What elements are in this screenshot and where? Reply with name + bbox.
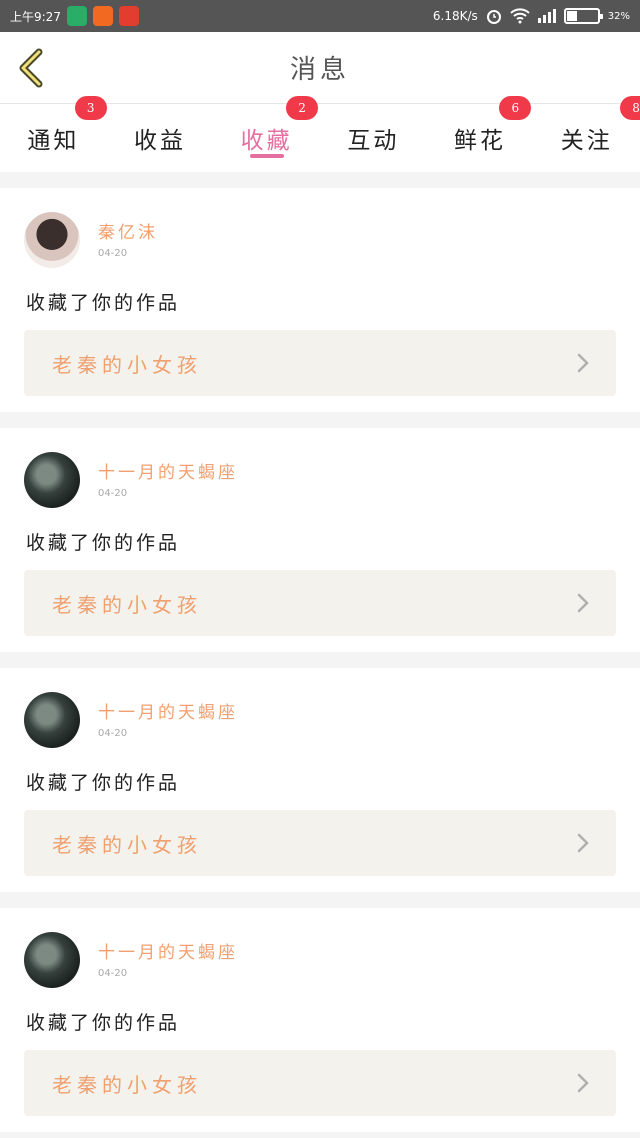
wechat-notification-icon — [66, 6, 87, 26]
tab-notifications[interactable]: 通知 3 — [0, 96, 107, 172]
work-link[interactable]: 老秦的小女孩 — [24, 1050, 616, 1116]
chevron-right-icon — [577, 353, 589, 373]
tab-label: 收藏 — [240, 128, 293, 154]
app-notification-icon — [118, 6, 139, 26]
active-tab-indicator — [249, 154, 284, 158]
unread-badge: 2 — [286, 96, 319, 120]
action-text: 收藏了你的作品 — [26, 292, 181, 314]
username[interactable]: 秦亿沫 — [98, 218, 158, 243]
tab-label: 鲜花 — [454, 128, 507, 154]
status-time: 上午9:27 — [10, 9, 61, 24]
battery-icon — [563, 8, 603, 24]
app-notification-icon — [92, 6, 113, 26]
list-item: 十一月的天蝎座 04-20 收藏了你的作品 老秦的小女孩 — [0, 428, 640, 652]
list-item: 十一月的天蝎座 04-20 收藏了你的作品 老秦的小女孩 — [0, 908, 640, 1132]
tab-interactions[interactable]: 互动 — [320, 104, 427, 172]
alarm-icon — [486, 10, 501, 24]
message-date: 04-20 — [98, 248, 128, 259]
tab-label: 互动 — [347, 128, 400, 154]
tab-label: 通知 — [27, 128, 80, 154]
avatar[interactable] — [24, 692, 80, 748]
chevron-right-icon — [577, 593, 589, 613]
work-link[interactable]: 老秦的小女孩 — [24, 810, 616, 876]
username[interactable]: 十一月的天蝎座 — [98, 458, 238, 483]
chevron-right-icon — [577, 1073, 589, 1093]
tab-earnings[interactable]: 收益 — [107, 104, 214, 172]
work-title: 老秦的小女孩 — [52, 832, 202, 857]
message-date: 04-20 — [98, 488, 128, 499]
username[interactable]: 十一月的天蝎座 — [98, 938, 238, 963]
action-text: 收藏了你的作品 — [26, 1012, 181, 1034]
work-title: 老秦的小女孩 — [52, 592, 202, 617]
unread-badge: 3 — [74, 96, 107, 120]
app-header: 消息 — [0, 32, 640, 104]
avatar[interactable] — [24, 932, 80, 988]
message-list: 秦亿沫 04-20 收藏了你的作品 老秦的小女孩 十一月的天蝎座 04-20 收… — [0, 172, 640, 1132]
avatar[interactable] — [24, 452, 80, 508]
message-date: 04-20 — [98, 968, 128, 979]
work-title: 老秦的小女孩 — [52, 1072, 202, 1097]
battery-percent: 32% — [607, 10, 630, 22]
chevron-left-icon — [19, 48, 43, 88]
action-text: 收藏了你的作品 — [26, 772, 181, 794]
work-title: 老秦的小女孩 — [52, 352, 202, 377]
list-item: 秦亿沫 04-20 收藏了你的作品 老秦的小女孩 — [0, 188, 640, 412]
message-tabs: 通知 3 收益 收藏 2 互动 鲜花 6 关注 8 — [0, 96, 640, 172]
tab-label: 关注 — [560, 128, 613, 154]
message-date: 04-20 — [98, 728, 128, 739]
tab-label: 收益 — [134, 128, 186, 154]
avatar[interactable] — [24, 212, 80, 268]
page-title: 消息 — [289, 55, 350, 85]
back-button[interactable] — [14, 48, 48, 88]
work-link[interactable]: 老秦的小女孩 — [24, 330, 616, 396]
signal-icon — [537, 9, 556, 23]
network-speed: 6.18K/s — [432, 9, 478, 23]
unread-badge: 8 — [620, 96, 640, 120]
username[interactable]: 十一月的天蝎座 — [98, 698, 238, 723]
status-bar: 上午9:27 6.18K/s 32% — [0, 0, 640, 32]
tab-flowers[interactable]: 鲜花 6 — [427, 96, 534, 172]
list-item: 十一月的天蝎座 04-20 收藏了你的作品 老秦的小女孩 — [0, 668, 640, 892]
action-text: 收藏了你的作品 — [26, 532, 181, 554]
wifi-icon — [510, 8, 530, 24]
unread-badge: 6 — [499, 96, 532, 120]
chevron-right-icon — [577, 833, 589, 853]
tab-favorites[interactable]: 收藏 2 — [213, 96, 320, 172]
work-link[interactable]: 老秦的小女孩 — [24, 570, 616, 636]
tab-follows[interactable]: 关注 8 — [533, 96, 640, 172]
